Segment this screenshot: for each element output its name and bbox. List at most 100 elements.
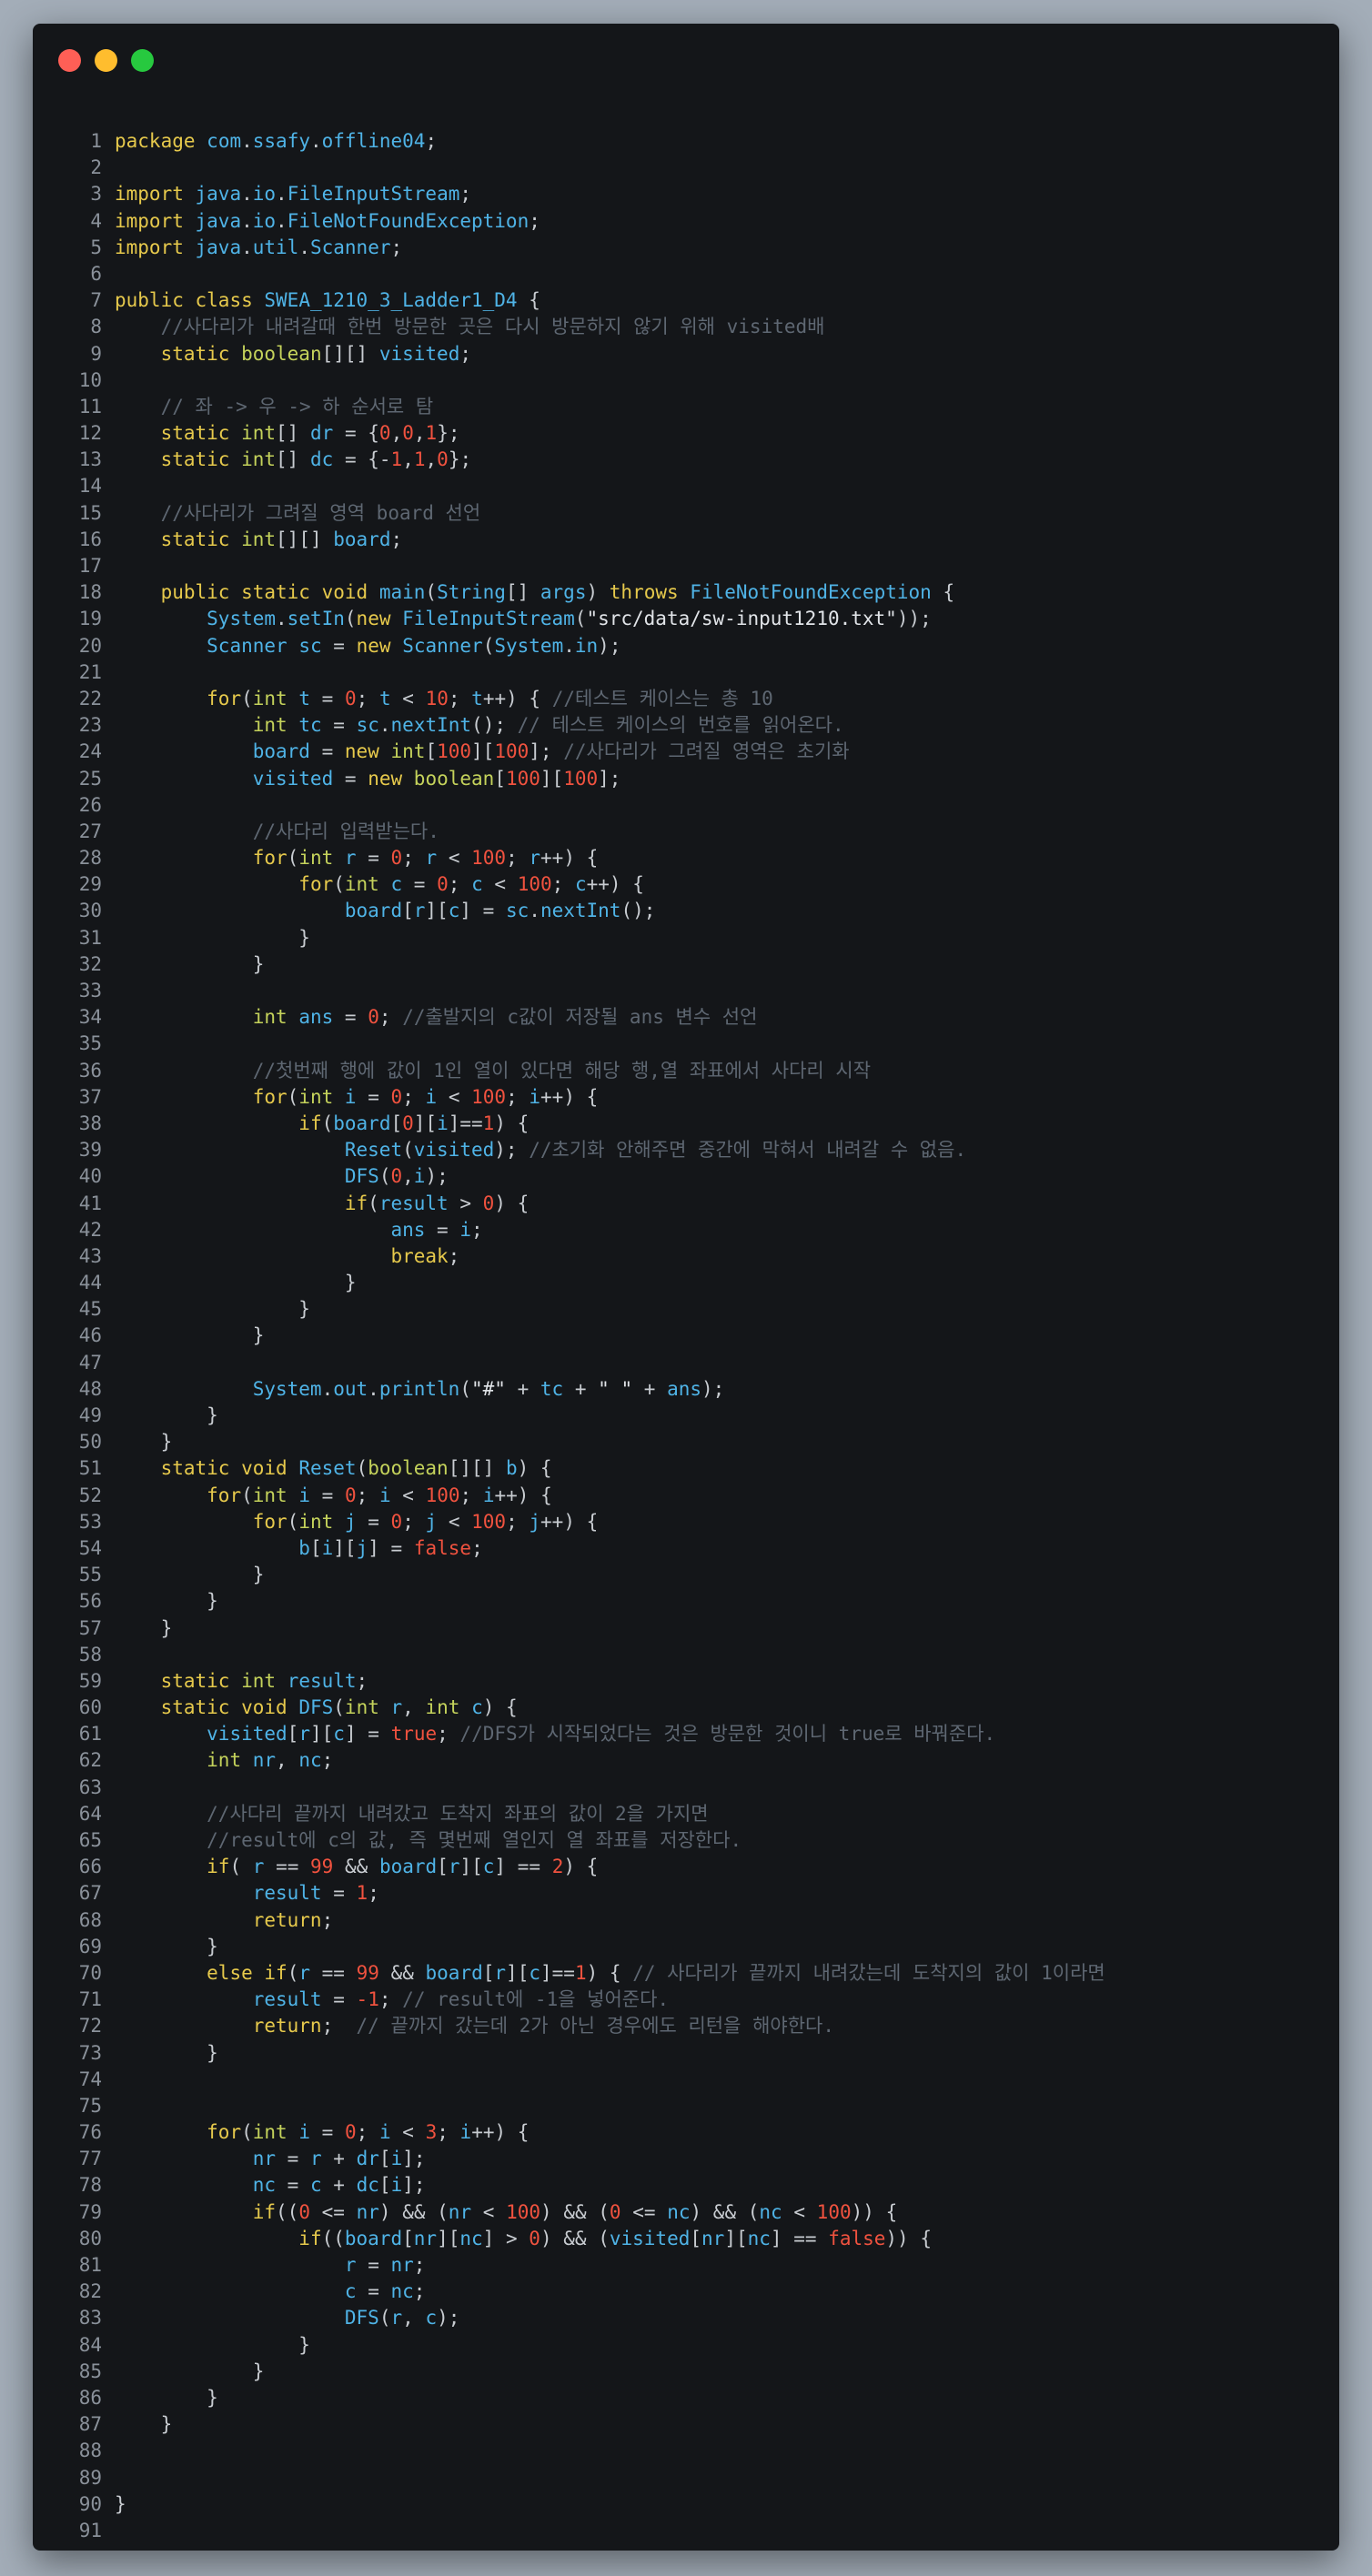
code-line[interactable]: 37 for(int i = 0; i < 100; i++) {	[33, 1084, 1339, 1111]
code-line[interactable]: 1 package com.ssafy.offline04;	[33, 128, 1339, 155]
code-line[interactable]: 38 if(board[0][i]==1) {	[33, 1111, 1339, 1137]
code-line[interactable]: 7 public class SWEA_1210_3_Ladder1_D4 {	[33, 287, 1339, 314]
code-line[interactable]: 50 }	[33, 1429, 1339, 1455]
code-line[interactable]: 72 return; // 끝까지 갔는데 2가 아닌 경우에도 리턴을 해야한…	[33, 2013, 1339, 2039]
code-line[interactable]: 42 ans = i;	[33, 1217, 1339, 1243]
code-line[interactable]: 36 //첫번째 행에 값이 1인 열이 있다면 해당 행,열 좌표에서 사다리…	[33, 1058, 1339, 1084]
code-line[interactable]: 86 }	[33, 2385, 1339, 2411]
zoom-button[interactable]	[131, 49, 154, 72]
code-line[interactable]: 3 import java.io.FileInputStream;	[33, 181, 1339, 207]
code-line[interactable]: 8 //사다리가 내려갈때 한번 방문한 곳은 다시 방문하지 않기 위해 vi…	[33, 314, 1339, 340]
code-line[interactable]: 65 //result에 c의 값, 즉 몇번째 열인지 열 좌표를 저장한다.	[33, 1827, 1339, 1854]
code-line[interactable]: 39 Reset(visited); //초기화 안해주면 중간에 막혀서 내려…	[33, 1137, 1339, 1163]
code-line[interactable]: 45 }	[33, 1296, 1339, 1323]
code-line[interactable]: 64 //사다리 끝까지 내려갔고 도착지 좌표의 값이 2을 가지면	[33, 1801, 1339, 1827]
code-line[interactable]: 49 }	[33, 1403, 1339, 1429]
code-line[interactable]: 71 result = -1; // result에 -1을 넣어준다.	[33, 1987, 1339, 2013]
code-line[interactable]: 79 if((0 <= nr) && (nr < 100) && (0 <= n…	[33, 2199, 1339, 2226]
code-line[interactable]: 73 }	[33, 2040, 1339, 2067]
code-line[interactable]: 56 }	[33, 1588, 1339, 1615]
minimize-button[interactable]	[95, 49, 117, 72]
line-number: 51	[78, 1457, 102, 1480]
code-line[interactable]: 20 Scanner sc = new Scanner(System.in);	[33, 633, 1339, 659]
code-line[interactable]: 51 static void Reset(boolean[][] b) {	[33, 1455, 1339, 1482]
code-line[interactable]: 41 if(result > 0) {	[33, 1191, 1339, 1217]
code-line[interactable]: 59 static int result;	[33, 1668, 1339, 1695]
code-line[interactable]: 53 for(int j = 0; j < 100; j++) {	[33, 1509, 1339, 1535]
code-text: }	[115, 2492, 126, 2515]
code-line[interactable]: 34 int ans = 0; //출발지의 c값이 저장될 ans 변수 선언	[33, 1004, 1339, 1031]
code-line[interactable]: 89	[33, 2465, 1339, 2491]
code-line[interactable]: 12 static int[] dr = {0,0,1};	[33, 420, 1339, 447]
code-line[interactable]: 19 System.setIn(new FileInputStream("src…	[33, 606, 1339, 632]
code-line[interactable]: 67 result = 1;	[33, 1880, 1339, 1907]
code-line[interactable]: 32 }	[33, 951, 1339, 978]
code-line[interactable]: 62 int nr, nc;	[33, 1747, 1339, 1774]
code-line[interactable]: 6	[33, 261, 1339, 287]
code-line[interactable]: 17	[33, 553, 1339, 579]
code-line[interactable]: 4 import java.io.FileNotFoundException;	[33, 208, 1339, 235]
code-line[interactable]: 68 return;	[33, 1907, 1339, 1934]
code-line[interactable]: 33	[33, 978, 1339, 1004]
code-line[interactable]: 23 int tc = sc.nextInt(); // 테스트 케이스의 번호…	[33, 712, 1339, 739]
code-line[interactable]: 70 else if(r == 99 && board[r][c]==1) { …	[33, 1960, 1339, 1987]
code-line[interactable]: 21	[33, 659, 1339, 686]
code-line[interactable]: 77 nr = r + dr[i];	[33, 2146, 1339, 2172]
code-line[interactable]: 26	[33, 792, 1339, 819]
code-line[interactable]: 31 }	[33, 925, 1339, 951]
code-line[interactable]: 52 for(int i = 0; i < 100; i++) {	[33, 1483, 1339, 1509]
code-line[interactable]: 80 if((board[nr][nc] > 0) && (visited[nr…	[33, 2226, 1339, 2252]
code-line[interactable]: 24 board = new int[100][100]; //사다리가 그려질…	[33, 739, 1339, 765]
code-line[interactable]: 91	[33, 2518, 1339, 2544]
code-line[interactable]: 9 static boolean[][] visited;	[33, 341, 1339, 367]
code-line[interactable]: 44 }	[33, 1270, 1339, 1296]
code-line[interactable]: 13 static int[] dc = {-1,1,0};	[33, 447, 1339, 473]
code-line[interactable]: 61 visited[r][c] = true; //DFS가 시작되었다는 것…	[33, 1721, 1339, 1747]
code-line[interactable]: 27 //사다리 입력받는다.	[33, 819, 1339, 845]
code-line[interactable]: 5 import java.util.Scanner;	[33, 235, 1339, 261]
code-line[interactable]: 48 System.out.println("#" + tc + " " + a…	[33, 1376, 1339, 1403]
line-number: 90	[78, 2492, 102, 2515]
code-line[interactable]: 75	[33, 2093, 1339, 2119]
code-line[interactable]: 15 //사다리가 그려질 영역 board 선언	[33, 500, 1339, 527]
code-line[interactable]: 85 }	[33, 2359, 1339, 2385]
code-editor[interactable]: 1 package com.ssafy.offline04; 2 3 import ja…	[33, 128, 1339, 2544]
code-line[interactable]: 57 }	[33, 1615, 1339, 1642]
code-line[interactable]: 43 break;	[33, 1243, 1339, 1270]
code-line[interactable]: 60 static void DFS(int r, int c) {	[33, 1695, 1339, 1721]
code-line[interactable]: 74	[33, 2067, 1339, 2093]
code-text: visited[r][c] = true; //DFS가 시작되었다는 것은 방…	[207, 1723, 996, 1746]
code-line[interactable]: 82 c = nc;	[33, 2279, 1339, 2305]
code-line[interactable]: 69 }	[33, 1934, 1339, 1960]
code-line[interactable]: 76 for(int i = 0; i < 3; i++) {	[33, 2119, 1339, 2146]
code-line[interactable]: 25 visited = new boolean[100][100];	[33, 766, 1339, 792]
code-line[interactable]: 16 static int[][] board;	[33, 527, 1339, 553]
code-line[interactable]: 83 DFS(r, c);	[33, 2305, 1339, 2331]
code-line[interactable]: 81 r = nr;	[33, 2252, 1339, 2279]
code-line[interactable]: 58	[33, 1642, 1339, 1668]
code-line[interactable]: 46 }	[33, 1323, 1339, 1349]
code-line[interactable]: 47	[33, 1350, 1339, 1376]
code-line[interactable]: 55 }	[33, 1562, 1339, 1588]
code-line[interactable]: 40 DFS(0,i);	[33, 1163, 1339, 1190]
code-line[interactable]: 30 board[r][c] = sc.nextInt();	[33, 898, 1339, 924]
code-line[interactable]: 63	[33, 1775, 1339, 1801]
line-number: 53	[78, 1510, 102, 1533]
code-line[interactable]: 90}	[33, 2491, 1339, 2518]
code-line[interactable]: 78 nc = c + dc[i];	[33, 2172, 1339, 2199]
code-line[interactable]: 22 for(int t = 0; t < 10; t++) { //테스트 케…	[33, 686, 1339, 712]
code-line[interactable]: 35	[33, 1031, 1339, 1057]
close-button[interactable]	[58, 49, 81, 72]
code-line[interactable]: 87 }	[33, 2411, 1339, 2438]
code-line[interactable]: 29 for(int c = 0; c < 100; c++) {	[33, 871, 1339, 898]
code-line[interactable]: 2	[33, 155, 1339, 181]
code-line[interactable]: 66 if( r == 99 && board[r][c] == 2) {	[33, 1854, 1339, 1880]
code-line[interactable]: 84 }	[33, 2332, 1339, 2359]
code-line[interactable]: 28 for(int r = 0; r < 100; r++) {	[33, 845, 1339, 871]
code-line[interactable]: 11 // 좌 -> 우 -> 하 순서로 탐	[33, 394, 1339, 420]
code-line[interactable]: 54 b[i][j] = false;	[33, 1535, 1339, 1562]
code-line[interactable]: 10	[33, 367, 1339, 394]
code-line[interactable]: 18 public static void main(String[] args…	[33, 579, 1339, 606]
code-line[interactable]: 88	[33, 2438, 1339, 2464]
code-line[interactable]: 14	[33, 473, 1339, 499]
